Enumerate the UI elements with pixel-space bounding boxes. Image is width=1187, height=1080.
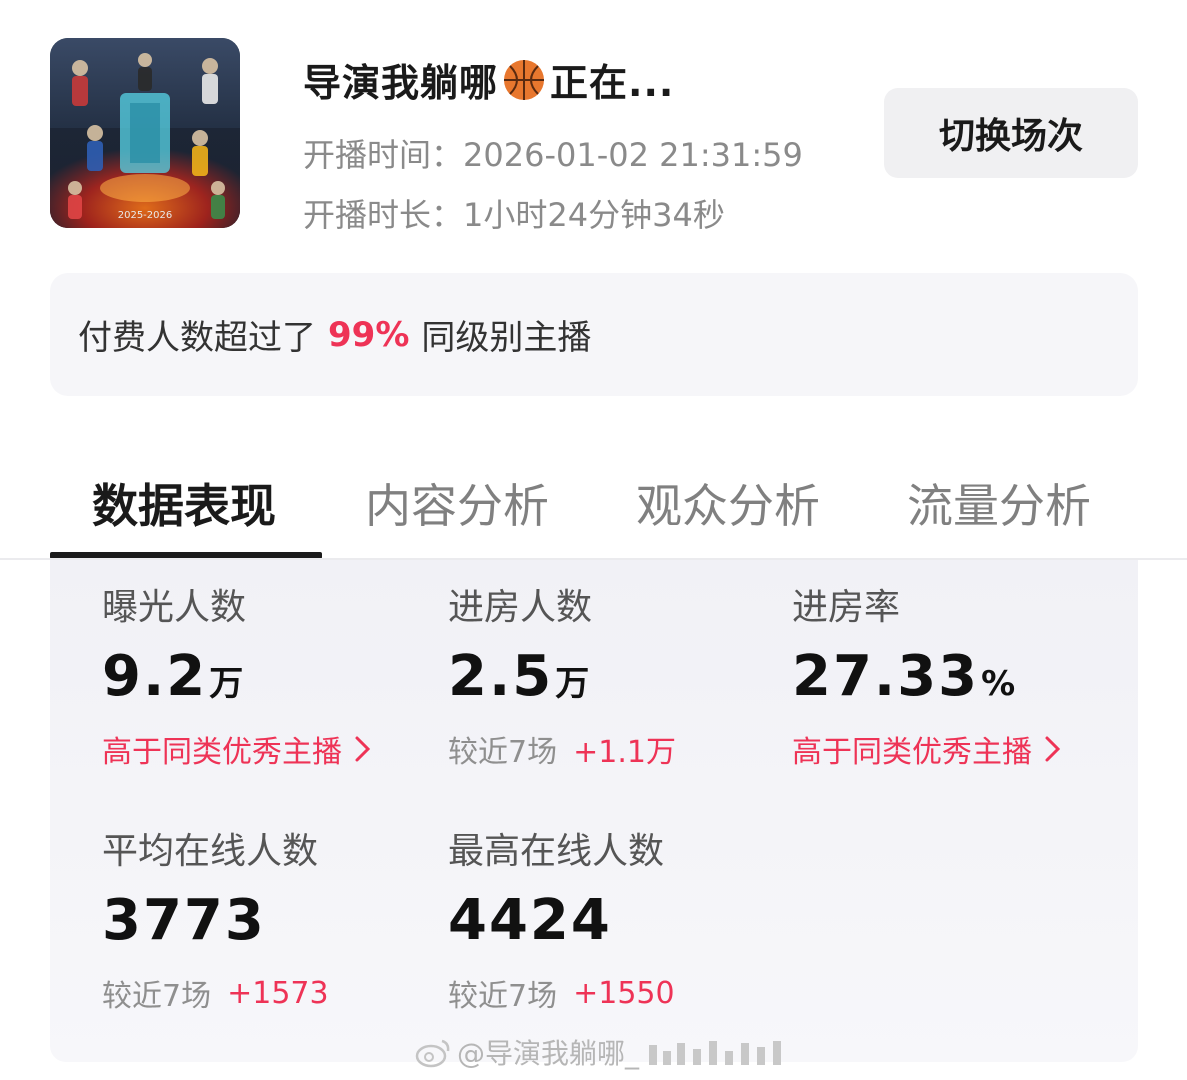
metric-peak-online: 最高在线人数 4424 较近7场 +1550 xyxy=(448,822,675,1015)
compare-excellent-link[interactable]: 高于同类优秀主播 xyxy=(102,727,374,771)
title-suffix: 正在... xyxy=(550,61,675,105)
analysis-tabs: 数据表现 内容分析 观众分析 流量分析 xyxy=(0,460,1187,560)
chevron-right-icon xyxy=(1045,736,1061,762)
paid-users-banner: 付费人数超过了 99% 同级别主播 xyxy=(50,273,1138,396)
start-time-label: 开播时间： xyxy=(303,136,464,174)
tab-audience-analysis[interactable]: 观众分析 xyxy=(636,470,820,536)
metric-label: 曝光人数 xyxy=(102,587,247,628)
tab-traffic-analysis[interactable]: 流量分析 xyxy=(907,470,1091,536)
metric-label: 最高在线人数 xyxy=(448,831,665,872)
compare-excellent-link[interactable]: 高于同类优秀主播 xyxy=(792,727,1064,771)
duration-value: 1小时24分钟34秒 xyxy=(463,196,725,234)
metrics-panel: 曝光人数 9.2万 高于同类优秀主播 进房人数 2.5万 较近7场 +1.1万 进… xyxy=(50,560,1138,1062)
tab-data-performance[interactable]: 数据表现 xyxy=(92,470,276,536)
metric-room-entries: 进房人数 2.5万 较近7场 +1.1万 xyxy=(448,578,676,771)
live-session-title: 导演我躺哪 正在... xyxy=(303,52,674,107)
banner-prefix: 付费人数超过了 xyxy=(78,318,316,358)
metric-comparison: 较近7场 +1550 xyxy=(448,975,675,1015)
basketball-icon xyxy=(504,59,545,100)
start-time-value: 2026-01-02 21:31:59 xyxy=(463,136,803,174)
title-prefix: 导演我躺哪 xyxy=(303,61,499,105)
svg-text:2025-2026: 2025-2026 xyxy=(118,210,173,221)
metric-comparison: 较近7场 +1.1万 xyxy=(448,735,676,770)
watermark-blurred-text xyxy=(643,1039,793,1065)
switch-session-button[interactable]: 切换场次 xyxy=(884,88,1138,178)
metric-label: 进房率 xyxy=(792,587,901,628)
duration-label: 开播时长： xyxy=(303,196,464,234)
metric-value: 9.2万 xyxy=(102,644,244,709)
metric-entry-rate: 进房率 27.33% 高于同类优秀主播 xyxy=(792,578,1064,771)
weibo-watermark: @导演我躺哪_ xyxy=(415,1030,793,1074)
metric-comparison: 较近7场 +1573 xyxy=(102,975,329,1015)
metric-label: 平均在线人数 xyxy=(102,831,319,872)
metric-value: 4424 xyxy=(448,888,612,953)
metric-value: 2.5万 xyxy=(448,644,590,709)
weibo-logo-icon xyxy=(415,1039,450,1068)
banner-suffix: 同级别主播 xyxy=(421,318,592,358)
live-cover-image: 2025-2026 xyxy=(50,38,240,228)
watermark-text: @导演我躺哪_ xyxy=(457,1037,640,1070)
duration-row: 开播时长：1小时24分钟34秒 xyxy=(303,190,725,236)
chevron-right-icon xyxy=(355,736,371,762)
start-time-row: 开播时间：2026-01-02 21:31:59 xyxy=(303,130,803,176)
banner-percent: 99% xyxy=(328,314,410,355)
metric-value: 3773 xyxy=(102,888,266,953)
tab-content-analysis[interactable]: 内容分析 xyxy=(365,470,549,536)
metric-exposure: 曝光人数 9.2万 高于同类优秀主播 xyxy=(102,578,374,771)
metric-avg-online: 平均在线人数 3773 较近7场 +1573 xyxy=(102,822,329,1015)
metric-label: 进房人数 xyxy=(448,587,593,628)
metric-value: 27.33% xyxy=(792,644,1016,709)
